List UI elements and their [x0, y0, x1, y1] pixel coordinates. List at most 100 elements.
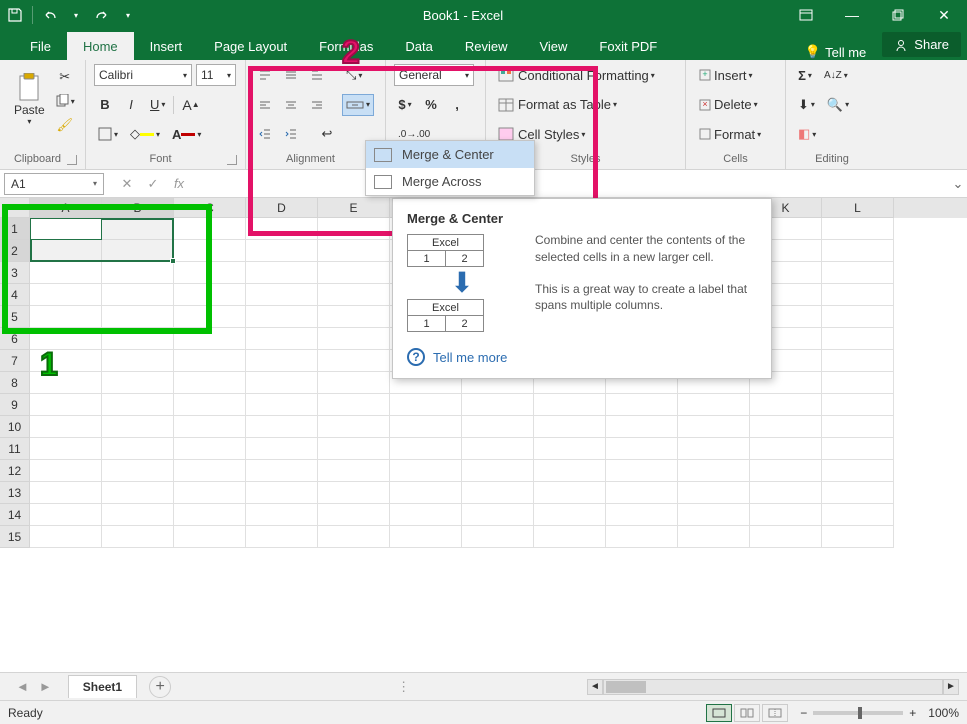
cell-E7[interactable]	[318, 350, 390, 372]
cell-A12[interactable]	[30, 460, 102, 482]
cell-A4[interactable]	[30, 284, 102, 306]
cell-B9[interactable]	[102, 394, 174, 416]
italic-button[interactable]: I	[120, 94, 142, 116]
cell-D13[interactable]	[246, 482, 318, 504]
sheet-tab-sheet1[interactable]: Sheet1	[68, 675, 137, 698]
cell-G9[interactable]	[462, 394, 534, 416]
cell-G13[interactable]	[462, 482, 534, 504]
tell-me-search[interactable]: 💡 Tell me	[795, 44, 876, 60]
cell-B3[interactable]	[102, 262, 174, 284]
cell-L6[interactable]	[822, 328, 894, 350]
cell-J15[interactable]	[678, 526, 750, 548]
redo-icon[interactable]	[93, 6, 111, 24]
cut-button[interactable]: ✂	[51, 66, 79, 88]
cell-F14[interactable]	[390, 504, 462, 526]
merge-across-item[interactable]: Merge Across	[366, 168, 534, 195]
row-header-7[interactable]: 7	[0, 350, 30, 372]
cell-C1[interactable]	[174, 218, 246, 240]
cell-B6[interactable]	[102, 328, 174, 350]
cell-I10[interactable]	[606, 416, 678, 438]
cell-J13[interactable]	[678, 482, 750, 504]
cell-K9[interactable]	[750, 394, 822, 416]
cell-G14[interactable]	[462, 504, 534, 526]
cell-H9[interactable]	[534, 394, 606, 416]
cell-H10[interactable]	[534, 416, 606, 438]
increase-font-button[interactable]: A▲	[178, 94, 203, 116]
expand-formula-bar-icon[interactable]: ⌄	[949, 176, 967, 192]
cell-K14[interactable]	[750, 504, 822, 526]
align-bottom-button[interactable]	[306, 64, 328, 86]
cell-E4[interactable]	[318, 284, 390, 306]
cell-E3[interactable]	[318, 262, 390, 284]
conditional-formatting-button[interactable]: Conditional Formatting▾	[494, 64, 659, 86]
cell-B7[interactable]	[102, 350, 174, 372]
borders-button[interactable]: ▾	[94, 123, 122, 145]
cell-G10[interactable]	[462, 416, 534, 438]
cell-L11[interactable]	[822, 438, 894, 460]
cell-C11[interactable]	[174, 438, 246, 460]
number-format-select[interactable]: General▾	[394, 64, 474, 86]
cell-I12[interactable]	[606, 460, 678, 482]
cell-B2[interactable]	[102, 240, 174, 262]
zoom-slider[interactable]	[813, 711, 903, 715]
fx-icon[interactable]: fx	[170, 176, 188, 192]
undo-icon[interactable]	[41, 6, 59, 24]
col-header-D[interactable]: D	[246, 198, 318, 218]
currency-button[interactable]: $▾	[394, 94, 416, 116]
row-header-14[interactable]: 14	[0, 504, 30, 526]
cell-J9[interactable]	[678, 394, 750, 416]
cell-F10[interactable]	[390, 416, 462, 438]
page-layout-view-button[interactable]	[734, 704, 760, 722]
sheet-prev-icon[interactable]: ◄	[12, 677, 33, 696]
cell-H11[interactable]	[534, 438, 606, 460]
cell-F15[interactable]	[390, 526, 462, 548]
row-headers[interactable]: 123456789101112131415	[0, 218, 30, 548]
cell-C10[interactable]	[174, 416, 246, 438]
cell-F13[interactable]	[390, 482, 462, 504]
cell-D5[interactable]	[246, 306, 318, 328]
cell-E2[interactable]	[318, 240, 390, 262]
cell-E12[interactable]	[318, 460, 390, 482]
tab-formulas[interactable]: Formulas	[303, 32, 389, 60]
autosum-button[interactable]: Σ▾	[794, 64, 816, 86]
cell-B10[interactable]	[102, 416, 174, 438]
cell-D4[interactable]	[246, 284, 318, 306]
row-header-11[interactable]: 11	[0, 438, 30, 460]
cell-L14[interactable]	[822, 504, 894, 526]
cell-G15[interactable]	[462, 526, 534, 548]
scroll-right-icon[interactable]: ►	[943, 679, 959, 695]
share-button[interactable]: Share	[882, 32, 961, 57]
select-all-corner[interactable]	[0, 198, 30, 218]
sort-filter-button[interactable]: A↓Z▾	[820, 64, 852, 86]
cell-L12[interactable]	[822, 460, 894, 482]
tab-home[interactable]: Home	[67, 32, 134, 60]
row-header-10[interactable]: 10	[0, 416, 30, 438]
cell-C14[interactable]	[174, 504, 246, 526]
font-name-select[interactable]: Calibri▾	[94, 64, 192, 86]
tab-data[interactable]: Data	[389, 32, 448, 60]
cell-C15[interactable]	[174, 526, 246, 548]
font-color-button[interactable]: A▾	[168, 123, 205, 145]
orientation-button[interactable]: ⤡▾	[342, 64, 366, 86]
cell-I13[interactable]	[606, 482, 678, 504]
cell-H14[interactable]	[534, 504, 606, 526]
cell-I14[interactable]	[606, 504, 678, 526]
save-icon[interactable]	[6, 6, 24, 24]
cell-K13[interactable]	[750, 482, 822, 504]
tab-foxit-pdf[interactable]: Foxit PDF	[583, 32, 673, 60]
name-box[interactable]: A1▾	[4, 173, 104, 195]
format-cells-button[interactable]: Format▾	[694, 123, 765, 145]
cell-A8[interactable]	[30, 372, 102, 394]
cell-A7[interactable]	[30, 350, 102, 372]
cell-L15[interactable]	[822, 526, 894, 548]
cell-H15[interactable]	[534, 526, 606, 548]
paste-button[interactable]: Paste ▾	[8, 64, 51, 134]
cell-A3[interactable]	[30, 262, 102, 284]
merge-and-center-item[interactable]: Merge & Center	[366, 141, 534, 168]
cell-E8[interactable]	[318, 372, 390, 394]
split-handle-icon[interactable]: ⋮	[397, 679, 410, 695]
percent-button[interactable]: %	[420, 94, 442, 116]
align-top-button[interactable]	[254, 64, 276, 86]
minimize-button[interactable]: —	[829, 0, 875, 30]
cell-K12[interactable]	[750, 460, 822, 482]
